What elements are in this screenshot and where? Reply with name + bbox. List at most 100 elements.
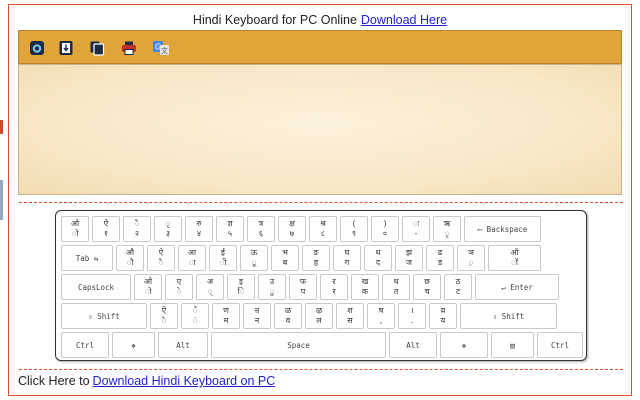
- key[interactable]: त्र ६: [247, 216, 275, 242]
- backspace-key[interactable]: ⟵ Backspace: [464, 216, 541, 242]
- key[interactable]: श्र ८: [309, 216, 337, 242]
- key[interactable]: ञ़: [457, 245, 485, 271]
- key[interactable]: ऩन: [243, 303, 271, 329]
- key-shift-char: ऎ: [161, 306, 167, 315]
- tab-key[interactable]: Tab ⇆: [61, 245, 113, 271]
- edge-marker-gray: [0, 180, 3, 220]
- key[interactable]: ष,: [367, 303, 395, 329]
- key-label: Ctrl: [550, 340, 570, 350]
- key-base-char: ॆ: [161, 316, 167, 325]
- key-shift-char: झ: [405, 248, 413, 257]
- key-base-char: द: [375, 258, 381, 267]
- key-base-char: .: [410, 316, 414, 325]
- key[interactable]: ।.: [398, 303, 426, 329]
- page-edge: [0, 0, 4, 400]
- key[interactable]: फप: [289, 274, 317, 300]
- key-base-char: ा: [188, 258, 196, 267]
- key-shift-char: ज्ञ: [227, 219, 233, 228]
- key-shift-char: ष: [378, 306, 384, 315]
- key-base-char: ब: [282, 258, 288, 267]
- key-base-char: त: [393, 287, 399, 296]
- key-shift-char: त्र: [258, 219, 264, 228]
- key-shift-char: ऐ: [158, 248, 164, 257]
- key[interactable]: ऱर: [320, 274, 348, 300]
- key-base-char: ५: [227, 229, 233, 238]
- key[interactable]: णम: [212, 303, 240, 329]
- key[interactable]: ः -: [402, 216, 430, 242]
- key[interactable]: भब: [271, 245, 299, 271]
- key[interactable]: ओो: [134, 274, 162, 300]
- space-key[interactable]: Space: [211, 332, 386, 358]
- key-base-char: ॉ: [511, 258, 518, 267]
- translate-icon[interactable]: G文: [152, 39, 170, 57]
- key-base-char: २: [134, 229, 140, 238]
- key[interactable]: ठट: [444, 274, 472, 300]
- print-icon[interactable]: [120, 39, 138, 57]
- menu-key[interactable]: ▤: [491, 332, 534, 358]
- download-file-icon[interactable]: [57, 39, 75, 57]
- key[interactable]: छच: [413, 274, 441, 300]
- left-shift-key[interactable]: ⇧ Shift: [61, 303, 147, 329]
- key[interactable]: ृ ३: [154, 216, 182, 242]
- key[interactable]: रु ४: [185, 216, 213, 242]
- key[interactable]: ऴल: [305, 303, 333, 329]
- key-shift-char: य़: [440, 306, 446, 315]
- key-base-char: ०: [382, 229, 388, 238]
- key[interactable]: य़ य: [429, 303, 457, 329]
- right-ctrl-key[interactable]: Ctrl: [537, 332, 583, 358]
- copy-icon[interactable]: [88, 39, 106, 57]
- key[interactable]: इि: [227, 274, 255, 300]
- save-icon[interactable]: [28, 39, 46, 57]
- enter-key[interactable]: ↵ Enter: [475, 274, 559, 300]
- key-base-char: ज: [406, 258, 412, 267]
- key[interactable]: क्ष ७: [278, 216, 306, 242]
- key[interactable]: ढड: [426, 245, 454, 271]
- key[interactable]: ज्ञ ५: [216, 216, 244, 242]
- key[interactable]: ऊू: [240, 245, 268, 271]
- key[interactable]: थत: [382, 274, 410, 300]
- key[interactable]: उु: [258, 274, 286, 300]
- key[interactable]: (९: [340, 216, 368, 242]
- key-shift-char: रु: [196, 219, 202, 228]
- key[interactable]: ळव: [274, 303, 302, 329]
- windows-icon: ❖: [461, 340, 467, 350]
- key-shift-char: (: [352, 219, 356, 228]
- key[interactable]: आा: [178, 245, 206, 271]
- left-ctrl-key[interactable]: Ctrl: [61, 332, 109, 358]
- right-shift-key[interactable]: ⇧ Shift: [460, 303, 557, 329]
- key[interactable]: ँं: [181, 303, 209, 329]
- key[interactable]: धद: [364, 245, 392, 271]
- key[interactable]: ऐ१: [92, 216, 120, 242]
- left-windows-key[interactable]: ❖: [112, 332, 155, 358]
- key-shift-char: ँ: [192, 306, 198, 315]
- download-pc-link[interactable]: Download Hindi Keyboard on PC: [93, 374, 276, 388]
- key[interactable]: झज: [395, 245, 423, 271]
- key[interactable]: औौ: [116, 245, 144, 271]
- key[interactable]: ऑॉ: [488, 245, 541, 271]
- key-shift-char: ऴ: [315, 306, 323, 315]
- key[interactable]: ङह: [302, 245, 330, 271]
- key[interactable]: खक: [351, 274, 379, 300]
- keyboard-row-4: ⇧ Shift ऎॆ ँं णम ऩन ळव ऴल शस ष, ।. य़ य ⇧…: [61, 303, 557, 329]
- download-here-link[interactable]: Download Here: [361, 13, 447, 27]
- key[interactable]: ईी: [209, 245, 237, 271]
- key-base-char: ौ: [126, 258, 134, 267]
- key[interactable]: ै २: [123, 216, 151, 242]
- capslock-key[interactable]: CapsLock: [61, 274, 131, 300]
- footer: Click Here to Download Hindi Keyboard on …: [18, 374, 275, 388]
- key[interactable]: ) ०: [371, 216, 399, 242]
- key[interactable]: ऐै: [147, 245, 175, 271]
- key[interactable]: घग: [333, 245, 361, 271]
- key[interactable]: अ्: [196, 274, 224, 300]
- key[interactable]: ऋृ: [433, 216, 461, 242]
- key-shift-char: ओ: [70, 219, 80, 228]
- left-alt-key[interactable]: Alt: [158, 332, 208, 358]
- key[interactable]: शस: [336, 303, 364, 329]
- key-label: ⟵ Backspace: [477, 224, 528, 234]
- right-windows-key[interactable]: ❖: [440, 332, 488, 358]
- key[interactable]: एे: [165, 274, 193, 300]
- right-alt-key[interactable]: Alt: [389, 332, 437, 358]
- key[interactable]: ऎॆ: [150, 303, 178, 329]
- key[interactable]: ओो: [61, 216, 89, 242]
- text-editor-area[interactable]: [18, 64, 622, 195]
